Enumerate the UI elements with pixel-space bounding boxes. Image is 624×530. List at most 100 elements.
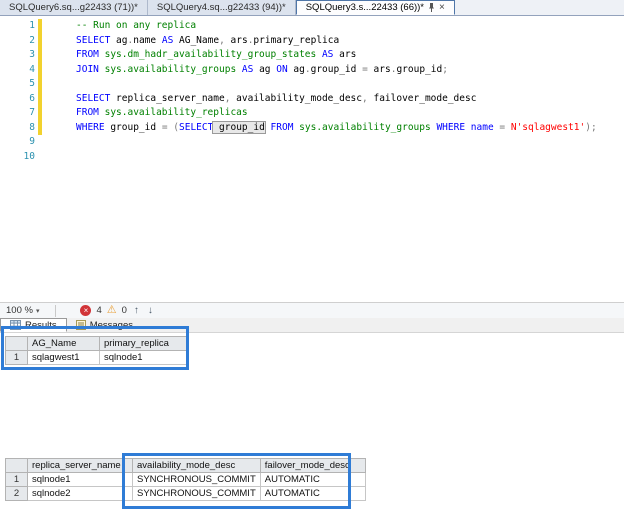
row-header[interactable]: 2 (6, 487, 28, 501)
arrow-up-icon[interactable]: ↑ (132, 305, 141, 316)
code-token: failover_mode_desc (368, 93, 477, 104)
code-line[interactable]: -- Run on any replica (76, 19, 624, 34)
column-header[interactable]: failover_mode_desc (260, 459, 365, 473)
close-icon[interactable]: × (439, 3, 445, 13)
grid-row: 2sqlnode2SYNCHRONOUS_COMMITAUTOMATIC (6, 487, 366, 501)
code-token: AS (236, 64, 253, 75)
sql-editor[interactable]: 12345678910 -- Run on any replicaSELECT … (0, 16, 624, 302)
tab-label: SQLQuery4.sq...g22433 (94))* (157, 2, 286, 13)
code-line[interactable]: WHERE group_id = (SELECT group_id FROM s… (76, 121, 624, 136)
code-token: group_id (311, 64, 362, 75)
code-line[interactable]: JOIN sys.availability_groups AS ag ON ag… (76, 63, 624, 78)
code-token: AG_Name (173, 35, 219, 46)
code-token: WHERE (76, 122, 105, 133)
grid-corner-cell[interactable] (6, 459, 28, 473)
column-header[interactable]: primary_replica (100, 337, 188, 351)
editor-tab-sqlquery4[interactable]: SQLQuery4.sq...g22433 (94))* (148, 0, 296, 15)
results-tab-label: Results (25, 320, 57, 331)
code-token: availability_mode_desc (230, 93, 362, 104)
messages-tab-label: Messages (90, 320, 133, 331)
line-number: 1 (0, 19, 35, 34)
grid-cell[interactable]: sqlnode2 (28, 487, 133, 501)
change-mark (38, 106, 46, 121)
row-header[interactable]: 1 (6, 473, 28, 487)
column-header[interactable]: AG_Name (28, 337, 100, 351)
change-mark (38, 19, 46, 34)
line-number-gutter: 12345678910 (0, 16, 38, 302)
code-token: ); (585, 122, 596, 133)
zoom-control[interactable]: 100 % ▾ (0, 305, 45, 316)
code-line[interactable] (76, 135, 624, 150)
code-token: ag (110, 35, 127, 46)
grid-cell[interactable]: AUTOMATIC (260, 487, 365, 501)
code-token: sys.availability_groups (99, 64, 236, 75)
grid-cell[interactable]: sqlnode1 (28, 473, 133, 487)
code-token: WHERE (436, 122, 465, 133)
change-mark (38, 92, 46, 107)
change-mark (38, 34, 46, 49)
code-token: ars (368, 64, 391, 75)
arrow-down-icon[interactable]: ↓ (146, 305, 155, 316)
code-token: SELECT (76, 93, 110, 104)
code-token: sys.dm_hadr_availability_group_states (99, 49, 316, 60)
code-token: sys.availability_replicas (99, 107, 248, 118)
code-token: group_id (213, 122, 264, 133)
code-line[interactable] (76, 77, 624, 92)
grid-corner-cell[interactable] (6, 337, 28, 351)
code-token: group_id (396, 64, 442, 75)
code-line[interactable]: SELECT ag.name AS AG_Name, ars.primary_r… (76, 34, 624, 49)
results-pane: AG_Nameprimary_replica1sqlagwest1sqlnode… (0, 333, 624, 530)
code-token: ; (442, 64, 448, 75)
code-token: ars (333, 49, 356, 60)
line-number: 3 (0, 48, 35, 63)
grid-row: 1sqlnode1SYNCHRONOUS_COMMITAUTOMATIC (6, 473, 366, 487)
grid-cell[interactable]: sqlnode1 (100, 351, 188, 365)
line-number: 2 (0, 34, 35, 49)
line-number: 4 (0, 63, 35, 78)
code-token: AS (316, 49, 333, 60)
code-line[interactable]: SELECT replica_server_name, availability… (76, 92, 624, 107)
tab-bar: SQLQuery6.sq...g22433 (71))* SQLQuery4.s… (0, 0, 624, 16)
code-area[interactable]: -- Run on any replica SELECT ag.name AS A… (46, 16, 624, 302)
grid-cell[interactable]: SYNCHRONOUS_COMMIT (133, 487, 261, 501)
grid-cell[interactable]: AUTOMATIC (260, 473, 365, 487)
grid-cell[interactable]: sqlagwest1 (28, 351, 100, 365)
messages-icon (76, 320, 86, 330)
editor-tab-sqlquery3-active[interactable]: SQLQuery3.s...22433 (66))* × (296, 0, 455, 15)
tab-results[interactable]: Results (0, 318, 67, 332)
ag-name-result-grid: AG_Nameprimary_replica 1sqlagwest1sqlnode… (5, 336, 188, 365)
column-header[interactable]: availability_mode_desc (133, 459, 261, 473)
error-count: 4 (96, 305, 101, 316)
code-line[interactable]: FROM sys.dm_hadr_availability_group_stat… (76, 48, 624, 63)
line-number: 5 (0, 77, 35, 92)
change-mark (38, 77, 46, 92)
code-token: JOIN (76, 64, 99, 75)
pin-icon[interactable] (428, 3, 435, 12)
warning-count: 0 (122, 305, 127, 316)
code-token: FROM (76, 107, 99, 118)
code-token: AS (156, 35, 173, 46)
code-line[interactable] (76, 150, 624, 165)
change-mark (38, 150, 46, 165)
code-token: ars (225, 35, 248, 46)
code-line[interactable]: FROM sys.availability_replicas (76, 106, 624, 121)
code-token: -- Run on any replica (76, 20, 196, 31)
code-token: FROM (76, 49, 99, 60)
results-tab-strip: Results Messages (0, 318, 624, 333)
code-token: FROM (271, 122, 294, 133)
chevron-down-icon: ▾ (36, 307, 40, 315)
change-mark (38, 121, 46, 136)
code-token: primary_replica (253, 35, 339, 46)
line-number: 9 (0, 135, 35, 150)
change-tracking-margin (38, 16, 46, 302)
warning-icon[interactable]: ⚠ (107, 305, 117, 316)
editor-tab-sqlquery6[interactable]: SQLQuery6.sq...g22433 (71))* (0, 0, 148, 15)
grid-cell[interactable]: SYNCHRONOUS_COMMIT (133, 473, 261, 487)
tab-messages[interactable]: Messages (67, 318, 142, 332)
code-token: ag (288, 64, 305, 75)
code-token: name (133, 35, 156, 46)
column-header[interactable]: replica_server_name (28, 459, 133, 473)
code-token: ( (168, 122, 179, 133)
error-icon[interactable]: × (80, 305, 91, 316)
row-header[interactable]: 1 (6, 351, 28, 365)
